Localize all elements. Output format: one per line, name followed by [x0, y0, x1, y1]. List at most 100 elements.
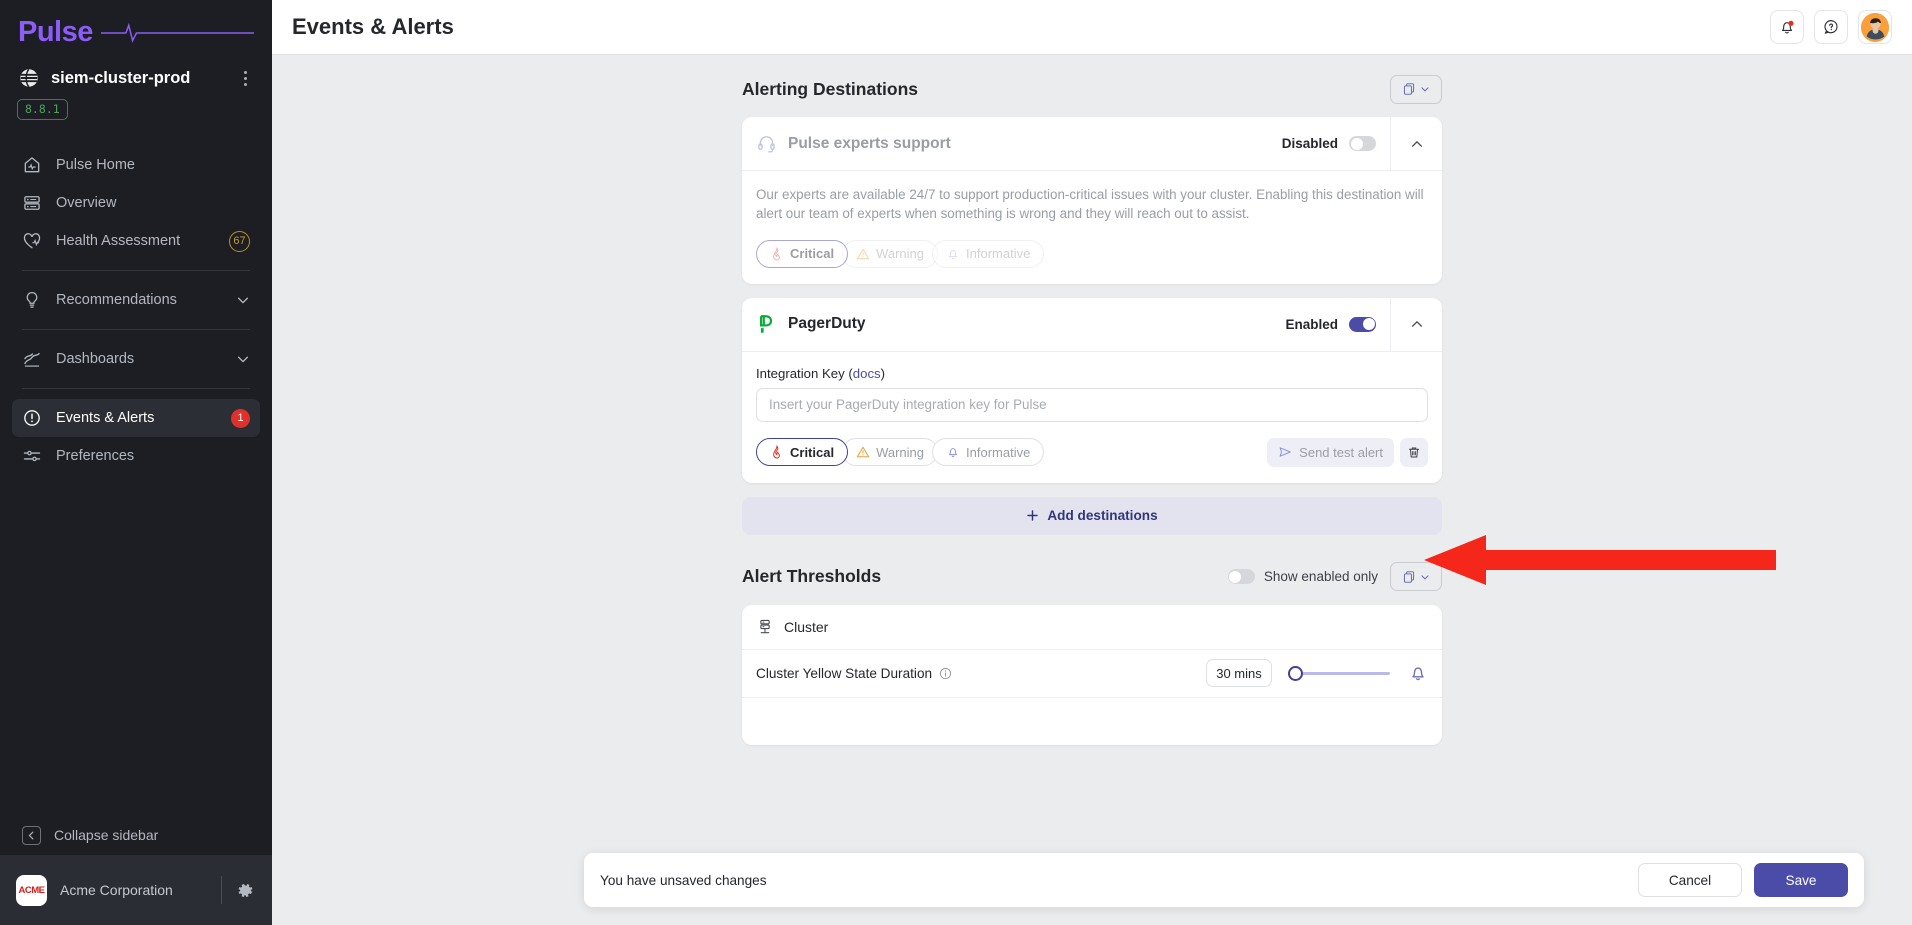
headset-icon: [756, 133, 777, 154]
save-button[interactable]: Save: [1754, 863, 1848, 897]
pagerduty-logo-icon: [756, 314, 777, 335]
sidebar-item-label: Dashboards: [56, 351, 222, 367]
pulse-waveform-icon: [101, 22, 254, 44]
page-title: Events & Alerts: [292, 14, 454, 40]
pagerduty-enable-toggle[interactable]: [1349, 317, 1376, 332]
integration-key-input[interactable]: [756, 388, 1428, 422]
sidebar-item-recommendations[interactable]: Recommendations: [12, 281, 260, 319]
delete-destination-button[interactable]: [1400, 438, 1428, 467]
flame-icon: [770, 445, 784, 459]
threshold-row: [742, 697, 1442, 745]
toggle-knob: [1229, 571, 1241, 583]
version-badge: 8.8.1: [17, 99, 68, 120]
organization-logo-text: ACME: [19, 885, 45, 896]
cluster-rack-icon: [756, 618, 774, 636]
add-destinations-label: Add destinations: [1047, 508, 1157, 523]
severity-chip-critical[interactable]: Critical: [756, 240, 848, 268]
thresholds-copy-button[interactable]: [1390, 562, 1442, 591]
main-content: Events & Alerts: [272, 0, 1912, 925]
chevron-down-icon: [1419, 571, 1431, 583]
gear-icon[interactable]: [235, 880, 256, 901]
threshold-bell-icon[interactable]: [1408, 663, 1428, 683]
chart-line-icon: [22, 349, 42, 369]
kebab-menu-icon[interactable]: [236, 69, 254, 87]
organization-logo: ACME: [16, 875, 47, 906]
sidebar: Pulse siem-cluster-prod 8.8.1 Pulse Home: [0, 0, 272, 925]
help-button[interactable]: [1814, 10, 1848, 44]
threshold-group-header: Cluster: [742, 605, 1442, 649]
slider-track: [1294, 672, 1390, 675]
threshold-group-cluster: Cluster Cluster Yellow State Duration: [742, 605, 1442, 745]
toggle-knob: [1363, 318, 1375, 330]
bell-icon: [1778, 18, 1796, 36]
slider-knob[interactable]: [1288, 666, 1303, 681]
severity-chip-warning[interactable]: Warning: [842, 438, 938, 466]
pagerduty-collapse-button[interactable]: [1390, 298, 1442, 351]
brand-logo[interactable]: Pulse: [0, 0, 272, 53]
sidebar-item-label: Health Assessment: [56, 233, 215, 249]
severity-chip-critical[interactable]: Critical: [756, 438, 848, 466]
sidebar-divider: [22, 329, 250, 330]
server-stack-icon: [22, 193, 42, 213]
top-bar-actions: [1770, 10, 1892, 44]
section-title: Alerting Destinations: [742, 79, 918, 100]
user-avatar-button[interactable]: [1858, 10, 1892, 44]
destination-title: PagerDuty: [788, 315, 866, 333]
severity-chip-label: Informative: [966, 445, 1030, 460]
divider: [221, 876, 222, 904]
send-test-alert-button[interactable]: Send test alert: [1267, 438, 1394, 467]
show-enabled-only-toggle[interactable]: [1228, 569, 1255, 584]
sidebar-item-overview[interactable]: Overview: [12, 184, 260, 222]
unsaved-changes-message: You have unsaved changes: [600, 873, 1638, 888]
send-icon: [1278, 445, 1292, 459]
severity-chip-informative[interactable]: Informative: [932, 240, 1044, 268]
chevron-left-icon: [22, 826, 41, 845]
sidebar-item-pulse-home[interactable]: Pulse Home: [12, 146, 260, 184]
severity-chip-informative[interactable]: Informative: [932, 438, 1044, 466]
destination-card-body: Our experts are available 24/7 to suppor…: [742, 170, 1442, 284]
cluster-selector[interactable]: siem-cluster-prod: [0, 53, 272, 89]
scroll-area[interactable]: Alerting Destinations: [272, 55, 1912, 925]
severity-chip-label: Warning: [876, 445, 924, 460]
sidebar-item-label: Preferences: [56, 448, 250, 464]
warning-triangle-icon: [856, 247, 870, 261]
help-circle-icon: [1822, 18, 1840, 36]
sidebar-item-preferences[interactable]: Preferences: [12, 437, 260, 475]
sidebar-item-dashboards[interactable]: Dashboards: [12, 340, 260, 378]
sidebar-nav: Pulse Home Overview Health Assessment 67: [0, 146, 272, 475]
lightbulb-icon: [22, 290, 42, 310]
severity-chip-label: Critical: [790, 246, 834, 261]
destinations-copy-button[interactable]: [1390, 75, 1442, 104]
threshold-value[interactable]: 30 mins: [1206, 659, 1272, 687]
destination-card-body: Integration Key (docs) Critical: [742, 351, 1442, 483]
chevron-down-icon: [1419, 83, 1431, 95]
sidebar-item-health-assessment[interactable]: Health Assessment 67: [12, 222, 260, 260]
heart-pulse-icon: [22, 231, 42, 251]
cluster-name: siem-cluster-prod: [51, 69, 225, 88]
pulse-experts-enable-toggle[interactable]: [1349, 136, 1376, 151]
sliders-icon: [22, 446, 42, 466]
info-icon[interactable]: [939, 667, 952, 680]
alert-circle-icon: [22, 408, 42, 428]
add-destinations-button[interactable]: Add destinations: [742, 497, 1442, 535]
cluster-icon: [18, 67, 40, 89]
cancel-button[interactable]: Cancel: [1638, 863, 1742, 897]
severity-chip-warning[interactable]: Warning: [842, 240, 938, 268]
pulse-experts-collapse-button[interactable]: [1390, 117, 1442, 170]
integration-key-docs-link[interactable]: docs: [853, 366, 881, 381]
threshold-row-label: Cluster Yellow State Duration: [756, 666, 932, 681]
send-test-alert-label: Send test alert: [1299, 445, 1383, 460]
flame-icon: [770, 247, 784, 261]
destination-card-pulse-experts: Pulse experts support Disabled: [742, 117, 1442, 284]
destination-state-label: Enabled: [1285, 317, 1338, 332]
destination-card-pagerduty: PagerDuty Enabled: [742, 298, 1442, 483]
threshold-slider[interactable]: [1288, 663, 1390, 683]
notifications-button[interactable]: [1770, 10, 1804, 44]
brand-name: Pulse: [18, 16, 93, 49]
threshold-row: Cluster Yellow State Duration 30 mins: [742, 649, 1442, 697]
collapse-sidebar-button[interactable]: Collapse sidebar: [0, 815, 272, 855]
sidebar-item-label: Recommendations: [56, 292, 222, 308]
sidebar-item-events-alerts[interactable]: Events & Alerts 1: [12, 399, 260, 437]
bell-icon: [946, 445, 960, 459]
sidebar-divider: [22, 388, 250, 389]
